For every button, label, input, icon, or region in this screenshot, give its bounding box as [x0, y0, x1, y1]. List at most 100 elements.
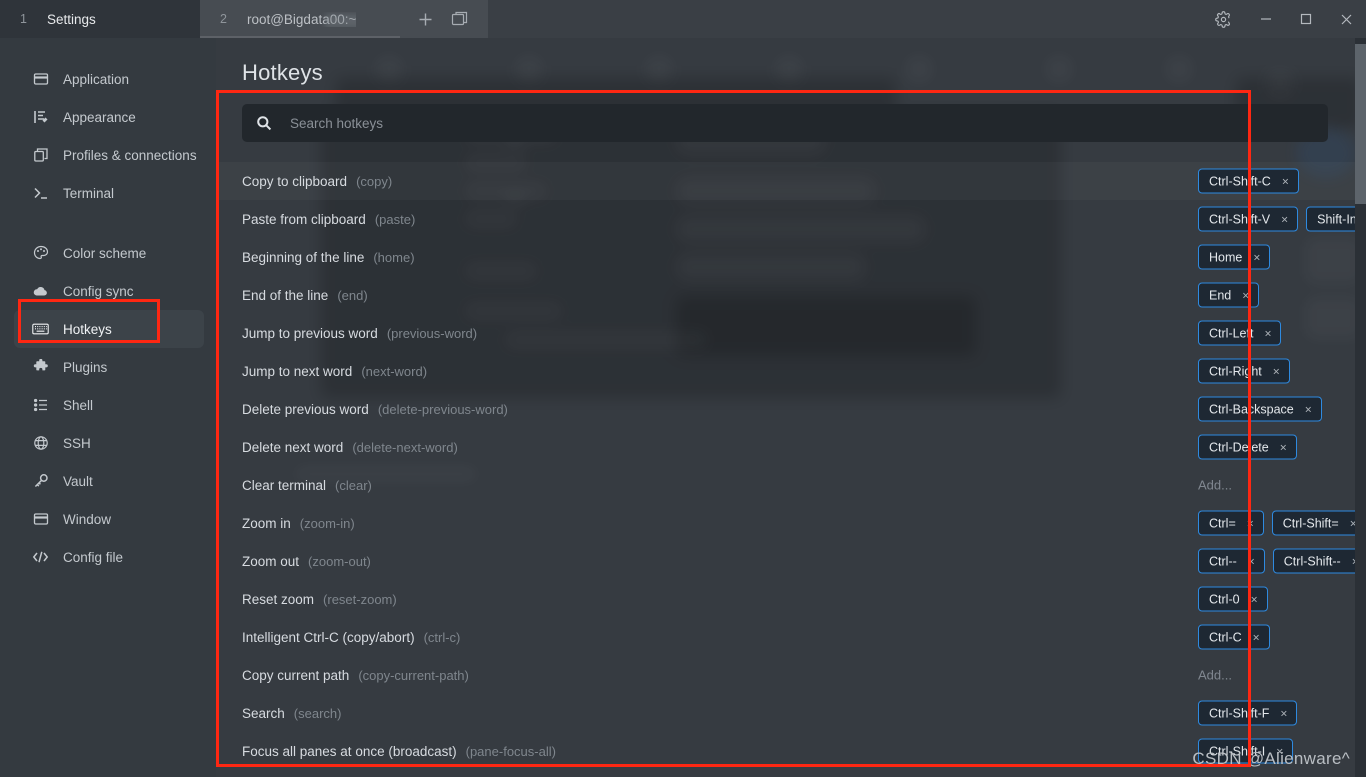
hotkey-chip[interactable]: Ctrl-- × — [1198, 548, 1265, 574]
remove-hotkey-icon[interactable]: × — [1280, 707, 1287, 719]
hotkey-chip[interactable]: Ctrl-Shift-F × — [1198, 700, 1298, 726]
hotkey-chip[interactable]: Ctrl-0 × — [1198, 586, 1268, 612]
tab-settings[interactable]: 1 Settings — [0, 0, 200, 38]
window-icon — [32, 511, 49, 528]
sidebar-item-hotkeys[interactable]: Hotkeys — [14, 310, 204, 348]
remove-hotkey-icon[interactable]: × — [1273, 365, 1280, 377]
sidebar-item-label: Vault — [63, 473, 93, 489]
sidebar-item-shell[interactable]: Shell — [14, 386, 204, 424]
hotkey-chip-label: Ctrl= — [1209, 516, 1236, 530]
scrollbar-thumb[interactable] — [1355, 44, 1366, 204]
hotkey-id: (end) — [337, 287, 368, 303]
hotkey-chip[interactable]: End × — [1198, 282, 1260, 308]
hotkey-label: Search — [242, 705, 285, 721]
remove-hotkey-icon[interactable]: × — [1282, 175, 1289, 187]
search-hotkeys-bar[interactable] — [242, 104, 1328, 142]
key-icon — [32, 473, 49, 490]
sidebar-divider — [0, 212, 216, 234]
hotkey-chip-label: End — [1209, 288, 1232, 302]
hotkey-label: Zoom out — [242, 553, 300, 569]
split-pane-icon[interactable] — [448, 8, 470, 30]
remove-hotkey-icon[interactable]: × — [1253, 251, 1260, 263]
gear-icon[interactable] — [1200, 0, 1246, 38]
hotkey-chip-group: Ctrl-Left × — [1198, 320, 1282, 346]
hotkey-row[interactable]: End of the line (end) End × — [216, 276, 1366, 314]
hotkey-row[interactable]: Intelligent Ctrl-C (copy/abort) (ctrl-c) C… — [216, 618, 1366, 656]
hotkey-row[interactable]: Beginning of the line (home) Home × — [216, 238, 1366, 276]
remove-hotkey-icon[interactable]: × — [1242, 289, 1249, 301]
hotkey-row[interactable]: Copy current path (copy-current-path) Add.… — [216, 656, 1366, 694]
sidebar-item-label: Profiles & connections — [63, 147, 197, 163]
tab-label: root@Bigdata00:~ — [246, 11, 357, 27]
hotkey-chip[interactable]: Ctrl-Left × — [1198, 320, 1282, 346]
globe-icon — [32, 435, 49, 452]
search-input[interactable] — [290, 115, 1314, 131]
hotkey-chip[interactable]: Ctrl-Shift-C × — [1198, 168, 1299, 194]
sidebar-item-config-file[interactable]: Config file — [14, 538, 204, 576]
hotkey-row[interactable]: Delete previous word (delete-previous-wor… — [216, 390, 1366, 428]
hotkey-chip[interactable]: Ctrl-Shift-V × — [1198, 206, 1299, 232]
sidebar-item-profiles-connections[interactable]: Profiles & connections — [14, 136, 204, 174]
remove-hotkey-icon[interactable]: × — [1248, 555, 1255, 567]
minimize-icon[interactable] — [1246, 0, 1286, 38]
hotkey-row[interactable]: Jump to previous word (previous-word) Ctrl… — [216, 314, 1366, 352]
sidebar-item-ssh[interactable]: SSH — [14, 424, 204, 462]
hotkey-chip-label: Ctrl-Shift-- — [1283, 554, 1341, 568]
hotkey-chip-group: Ctrl-Backspace × — [1198, 396, 1322, 422]
hotkey-row[interactable]: Search (search) Ctrl-Shift-F × — [216, 694, 1366, 732]
hotkey-id: (pane-focus-all) — [465, 743, 556, 759]
remove-hotkey-icon[interactable]: × — [1253, 631, 1260, 643]
hotkey-chip-group: Ctrl-Right × — [1198, 358, 1290, 384]
hotkey-chip[interactable]: Ctrl-Shift--× — [1272, 548, 1366, 574]
hotkey-chip[interactable]: Ctrl-Right × — [1198, 358, 1290, 384]
hotkey-chip-label: Ctrl-Left — [1209, 326, 1254, 340]
hotkey-row[interactable]: Reset zoom (reset-zoom) Ctrl-0 × — [216, 580, 1366, 618]
sidebar-item-config-sync[interactable]: Config sync — [14, 272, 204, 310]
remove-hotkey-icon[interactable]: × — [1251, 593, 1258, 605]
hotkey-row[interactable]: Jump to next word (next-word) Ctrl-Right × — [216, 352, 1366, 390]
hotkey-id: (zoom-out) — [308, 553, 371, 569]
hotkey-label: End of the line — [242, 287, 329, 303]
hotkey-id: (delete-previous-word) — [377, 401, 508, 417]
terminal-prompt-icon — [32, 185, 49, 202]
remove-hotkey-icon[interactable]: × — [1305, 403, 1312, 415]
sidebar-item-terminal[interactable]: Terminal — [14, 174, 204, 212]
hotkey-row[interactable]: Paste from clipboard (paste) Ctrl-Shift-V ×… — [216, 200, 1366, 238]
hotkey-chip[interactable]: Ctrl-C × — [1198, 624, 1270, 650]
add-hotkey-button[interactable]: Add... — [1198, 478, 1232, 493]
sidebar-item-vault[interactable]: Vault — [14, 462, 204, 500]
hotkey-row[interactable]: Copy to clipboard (copy) Ctrl-Shift-C × — [216, 162, 1366, 200]
hotkey-row[interactable]: Zoom in (zoom-in) Ctrl= × Ctrl-Shift= × — [216, 504, 1366, 542]
tabbar-actions — [400, 0, 488, 38]
hotkey-row[interactable]: Zoom out (zoom-out) Ctrl-- × Ctrl-Shift--× — [216, 542, 1366, 580]
hotkey-chip[interactable]: Home × — [1198, 244, 1271, 270]
sidebar-item-label: Config sync — [63, 283, 134, 299]
remove-hotkey-icon[interactable]: × — [1247, 517, 1254, 529]
remove-hotkey-icon[interactable]: × — [1280, 441, 1287, 453]
sidebar-item-application[interactable]: Application — [14, 60, 204, 98]
add-hotkey-button[interactable]: Add... — [1198, 668, 1232, 683]
hotkey-chip-label: Ctrl-Shift-C — [1209, 174, 1271, 188]
hotkey-chip-group: End × — [1198, 282, 1260, 308]
plus-icon[interactable] — [414, 8, 436, 30]
sidebar-item-color-scheme[interactable]: Color scheme — [14, 234, 204, 272]
tab-terminal[interactable]: 2 root@Bigdata00:~ — [200, 0, 400, 38]
hotkey-chip[interactable]: Ctrl-Delete × — [1198, 434, 1297, 460]
hotkey-row[interactable]: Delete next word (delete-next-word) Ctrl-D… — [216, 428, 1366, 466]
sidebar-item-label: Application — [63, 71, 130, 87]
hotkey-chip[interactable]: Ctrl= × — [1198, 510, 1264, 536]
hotkey-label: Copy to clipboard — [242, 173, 348, 189]
sidebar-item-window[interactable]: Window — [14, 500, 204, 538]
sidebar-item-plugins[interactable]: Plugins — [14, 348, 204, 386]
hotkey-chip[interactable]: Ctrl-Backspace × — [1198, 396, 1322, 422]
hotkey-row[interactable]: Clear terminal (clear) Add... — [216, 466, 1366, 504]
hotkey-chip[interactable]: Ctrl-Shift= × — [1271, 510, 1366, 536]
close-icon[interactable] — [1326, 0, 1366, 38]
remove-hotkey-icon[interactable]: × — [1281, 213, 1288, 225]
hotkey-label: Beginning of the line — [242, 249, 365, 265]
sidebar-item-label: Window — [63, 511, 112, 527]
hotkey-chip-group: Ctrl-Shift-C × — [1198, 168, 1299, 194]
sidebar-item-appearance[interactable]: Appearance — [14, 98, 204, 136]
maximize-icon[interactable] — [1286, 0, 1326, 38]
remove-hotkey-icon[interactable]: × — [1264, 327, 1271, 339]
